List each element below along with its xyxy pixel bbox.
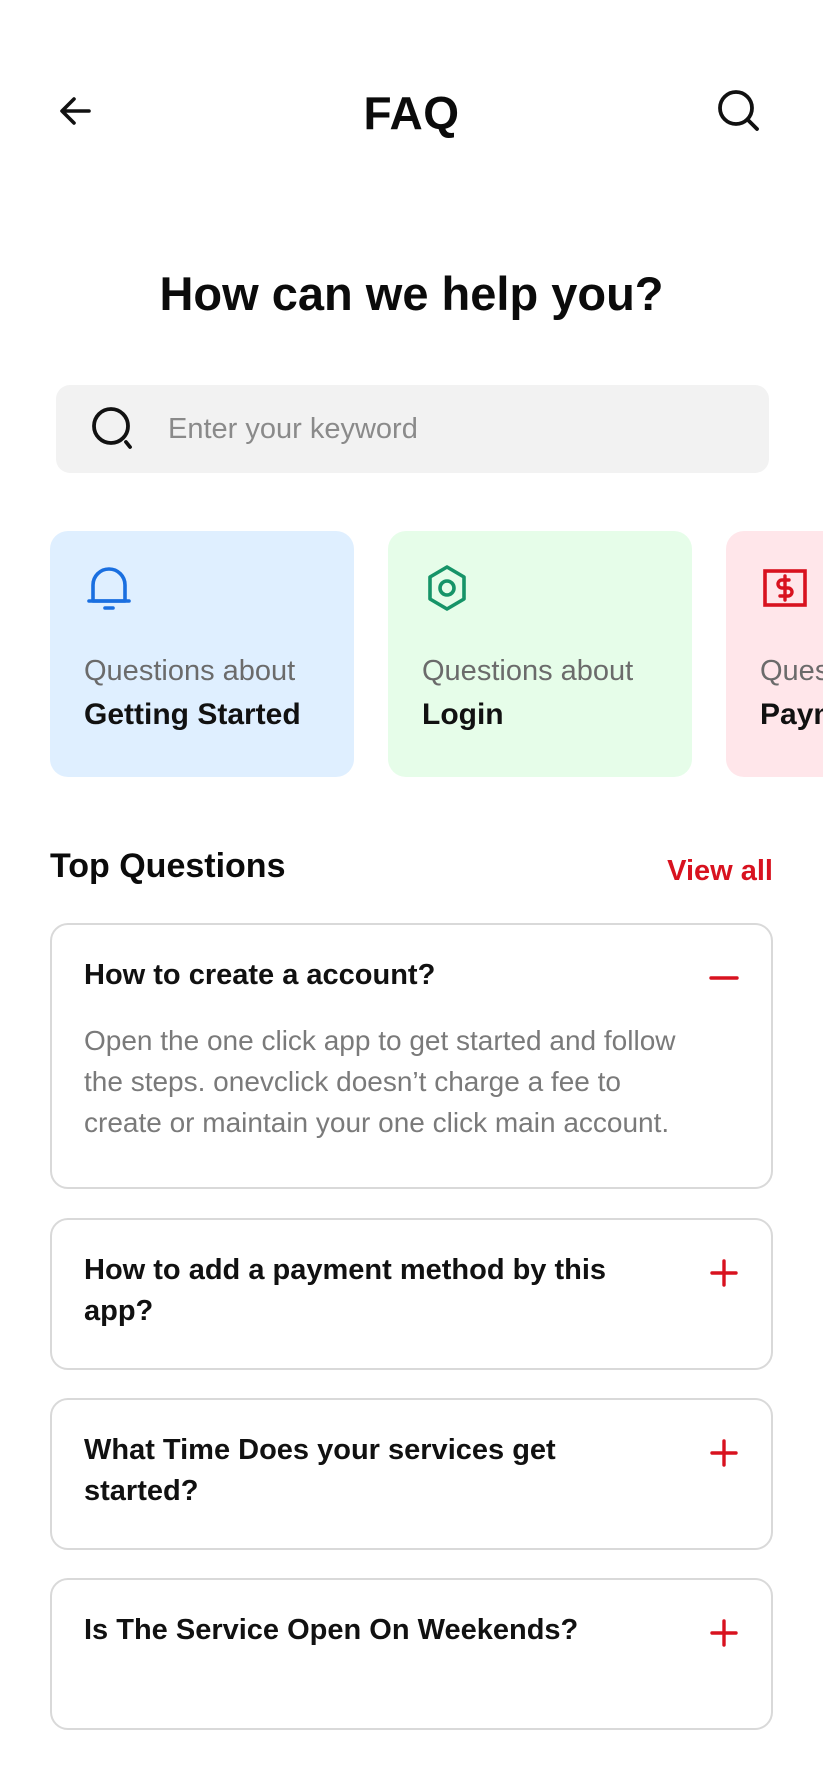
faq-item[interactable]: How to add a payment method by this app?	[50, 1218, 773, 1370]
search-input[interactable]	[168, 412, 728, 446]
app-header: FAQ	[0, 0, 823, 230]
plus-icon	[710, 1439, 738, 1467]
bell-icon	[84, 561, 134, 615]
category-card-getting-started[interactable]: Questions about Getting Started	[50, 531, 354, 777]
category-carousel[interactable]: Questions about Getting Started Question…	[0, 531, 823, 777]
category-label: Getting Started	[84, 698, 301, 731]
top-questions-header: Top Questions View all	[50, 845, 773, 895]
category-card-login[interactable]: Questions about Login	[388, 531, 692, 777]
category-prefix: Questions about	[422, 655, 634, 687]
faq-item[interactable]: Is The Service Open On Weekends?	[50, 1578, 773, 1730]
search-icon	[90, 405, 138, 453]
hexagon-icon	[422, 561, 472, 615]
faq-question: What Time Does your services get started…	[84, 1434, 556, 1507]
search-icon	[718, 90, 759, 131]
expand-button[interactable]	[707, 1256, 741, 1290]
category-prefix: Questions about	[760, 655, 823, 687]
faq-item-expanded[interactable]: How to create a account? Open the one cl…	[50, 923, 773, 1189]
dollar-bill-icon	[760, 561, 810, 615]
section-title: Top Questions	[50, 847, 286, 885]
category-label: Login	[422, 698, 504, 731]
faq-question: How to add a payment method by this app?	[84, 1254, 607, 1327]
faq-item[interactable]: What Time Does your services get started…	[50, 1398, 773, 1550]
category-prefix: Questions about	[84, 655, 296, 687]
page-title: FAQ	[363, 87, 460, 139]
expand-button[interactable]	[707, 1436, 741, 1470]
category-card-payment[interactable]: Questions about Payment	[726, 531, 823, 777]
faq-question: Is The Service Open On Weekends?	[84, 1614, 579, 1646]
header-search-button[interactable]	[712, 84, 766, 138]
help-heading: How can we help you?	[159, 267, 664, 320]
collapse-button[interactable]	[707, 961, 741, 995]
category-label: Payment	[760, 698, 823, 731]
minus-icon	[709, 976, 739, 980]
view-all-link[interactable]: View all	[667, 855, 773, 888]
search-bar[interactable]	[56, 385, 769, 473]
faq-answer: Open the one click app to get started an…	[84, 1025, 676, 1138]
faq-question: How to create a account?	[84, 959, 436, 991]
plus-icon	[710, 1259, 738, 1287]
expand-button[interactable]	[707, 1616, 741, 1650]
plus-icon	[710, 1619, 738, 1647]
